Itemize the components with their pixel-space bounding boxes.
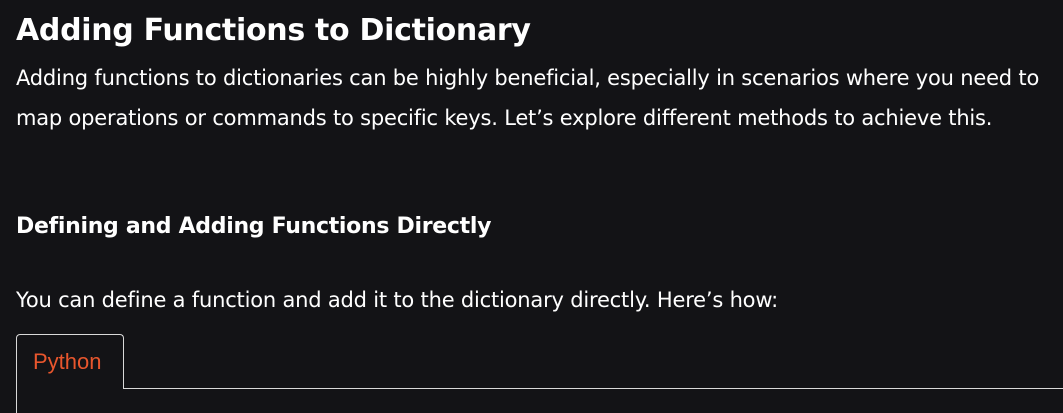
code-panel <box>16 389 1063 413</box>
article-title: Adding Functions to Dictionary <box>16 13 531 48</box>
article-intro: Adding functions to dictionaries can be … <box>16 66 1040 130</box>
code-block: Python <box>16 334 1063 413</box>
section-text: You can define a function and add it to … <box>16 288 779 312</box>
article-page: Adding Functions to Dictionary Adding fu… <box>0 0 1063 413</box>
section-heading: Defining and Adding Functions Directly <box>16 214 492 239</box>
tab-python[interactable]: Python <box>16 334 124 389</box>
